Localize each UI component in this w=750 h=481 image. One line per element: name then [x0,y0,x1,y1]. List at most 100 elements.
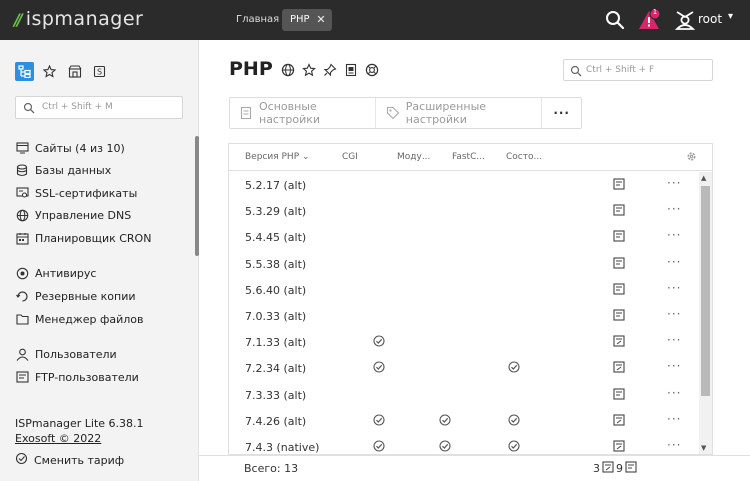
sidebar-item-dns[interactable]: Управление DNS [15,206,131,224]
doc-icon[interactable] [613,204,625,219]
column-header-status[interactable]: Состо... [506,152,542,162]
table-row[interactable]: 7.3.33 (alt) ··· [229,382,699,408]
sidebar: S Ctrl + Shift + M Сайты (4 из 10) Базы … [0,40,199,481]
php-version: 7.4.3 (native) [245,441,320,454]
help-icon[interactable] [364,62,379,77]
column-header-version[interactable]: Версия PHP ⌄ [245,152,310,162]
doc-icon[interactable] [613,283,625,298]
table-row[interactable]: 5.2.17 (alt) ··· [229,172,699,198]
sidebar-item-ssl[interactable]: SSL-сертификаты [15,184,137,202]
table-row[interactable]: 7.4.26 (alt) ··· [229,408,699,434]
row-menu-button[interactable]: ··· [667,386,681,400]
doc-icon[interactable] [613,309,625,324]
row-menu-button[interactable]: ··· [667,333,681,347]
logo[interactable]: // ispmanager [14,8,143,30]
copyright-link[interactable]: Exosoft © 2022 [15,432,101,445]
sidebar-item-label: SSL-сертификаты [35,186,138,200]
logo-mark-icon: // [14,9,23,29]
toolbar-more-button[interactable]: ··· [542,106,581,120]
row-menu-button[interactable]: ··· [667,412,681,426]
sort-desc-icon: ⌄ [302,152,310,162]
php-version: 7.1.33 (alt) [245,336,307,350]
star-icon[interactable] [301,62,316,77]
column-header-module[interactable]: Моду... [397,152,430,162]
globe-icon[interactable] [280,62,295,77]
search-icon[interactable] [603,8,627,32]
php-versions-table: Версия PHP ⌄ CGI Моду... FastC... Состо.… [228,143,713,455]
tab-php[interactable]: PHP ✕ [282,9,332,31]
sidebar-search-input[interactable]: Ctrl + Shift + M [15,96,183,119]
row-menu-button[interactable]: ··· [667,228,681,242]
row-menu-button[interactable]: ··· [667,202,681,216]
doc-icon[interactable] [613,257,625,272]
row-menu-button[interactable]: ··· [667,281,681,295]
row-menu-button[interactable]: ··· [667,307,681,321]
menu-tree-icon[interactable] [15,62,34,81]
advanced-settings-button[interactable]: Расширенные настройки [376,98,543,128]
row-menu-button[interactable]: ··· [667,438,681,452]
sidebar-item-file-manager[interactable]: Менеджер файлов [15,310,144,328]
pin-icon[interactable] [322,62,337,77]
table-row[interactable]: 5.6.40 (alt) ··· [229,277,699,303]
php-version: 5.6.40 (alt) [245,283,307,297]
sidebar-item-ftp-users[interactable]: FTP-пользователи [15,368,139,386]
change-plan-link[interactable]: Сменить тариф [15,452,124,468]
scrollbar-thumb[interactable] [701,186,710,396]
table-row[interactable]: 7.0.33 (alt) ··· [229,303,699,329]
table-row[interactable]: 7.1.33 (alt) ··· [229,329,699,355]
sidebar-toolbar: S [15,62,109,81]
sidebar-item-antivirus[interactable]: Антивирус [15,264,96,282]
chevron-down-icon[interactable]: ▾ [728,11,733,22]
user-avatar-icon[interactable] [673,8,697,32]
row-menu-button[interactable]: ··· [667,176,681,190]
sidebar-item-label: Антивирус [35,266,97,280]
user-icon [15,347,29,361]
scroll-down-icon[interactable]: ▼ [701,444,706,452]
alert-icon[interactable]: 1 [637,8,661,32]
sidebar-item-cron[interactable]: Планировщик CRON [15,229,151,247]
count-total-doc: 9 [616,462,623,475]
gear-icon[interactable] [686,151,697,165]
count-edited: 3 [593,462,600,475]
shop-icon[interactable] [65,62,84,81]
basic-settings-label: Основные настройки [259,100,321,126]
column-header-cgi[interactable]: CGI [342,152,358,162]
sidebar-scrollbar[interactable] [195,136,199,256]
check-icon [508,440,520,455]
document-icon[interactable] [343,62,358,77]
close-icon[interactable]: ✕ [316,9,325,31]
php-version: 5.2.17 (alt) [245,179,307,192]
row-menu-button[interactable]: ··· [667,255,681,269]
main-search-input[interactable]: Ctrl + Shift + F [563,59,713,81]
table-scrollbar[interactable]: ▲ ▼ [699,172,712,454]
certificate-icon [15,186,29,200]
column-header-fastcgi[interactable]: FastC... [452,152,485,162]
table-row[interactable]: 5.3.29 (alt) ··· [229,198,699,224]
table-row[interactable]: 7.2.34 (alt) ··· [229,355,699,381]
top-bar: // ispmanager Главная PHP ✕ 1 root ▾ [0,0,750,40]
table-header: Версия PHP ⌄ CGI Моду... FastC... Состо.… [229,144,712,171]
sidebar-item-databases[interactable]: Базы данных [15,161,111,179]
backup-icon [15,289,29,303]
sidebar-item-users[interactable]: Пользователи [15,345,117,363]
doc-icon[interactable] [613,230,625,245]
edited-doc-icon[interactable] [613,414,625,429]
basic-settings-button[interactable]: Основные настройки [230,98,376,128]
user-name[interactable]: root [698,12,722,26]
edited-doc-icon[interactable] [613,335,625,350]
sidebar-item-label: Менеджер файлов [35,312,144,326]
scroll-up-icon[interactable]: ▲ [701,174,706,182]
row-menu-button[interactable]: ··· [667,359,681,373]
billing-icon[interactable]: S [90,62,109,81]
tag-settings-icon [386,106,400,120]
star-icon[interactable] [40,62,59,81]
edited-doc-icon[interactable] [613,440,625,455]
sidebar-item-backups[interactable]: Резервные копии [15,287,136,305]
tab-home[interactable]: Главная [228,9,287,31]
table-row[interactable]: 5.4.45 (alt) ··· [229,224,699,250]
doc-icon[interactable] [613,388,625,403]
edited-doc-icon[interactable] [613,361,625,376]
sidebar-item-sites[interactable]: Сайты (4 из 10) [15,139,125,157]
table-row[interactable]: 5.5.38 (alt) ··· [229,251,699,277]
doc-icon[interactable] [613,178,625,193]
